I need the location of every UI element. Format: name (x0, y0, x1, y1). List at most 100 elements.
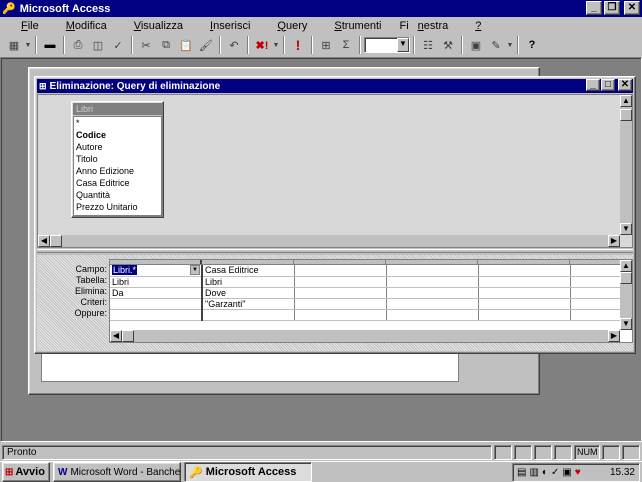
field-item[interactable]: Autore (76, 141, 161, 153)
copy-icon[interactable]: ⧉ (156, 36, 176, 54)
pane-splitter[interactable] (37, 249, 633, 253)
view-icon[interactable]: ▦ (4, 36, 24, 54)
menu-modifica[interactable]: Modifica (57, 20, 116, 32)
query-minimize-button[interactable]: _ (586, 79, 600, 91)
grid-cell-elimina-2[interactable]: Dove (202, 287, 295, 299)
restore-button[interactable]: ❐ (604, 1, 620, 15)
grid-cell[interactable] (110, 309, 203, 321)
taskbar-access-button[interactable]: 🔑 Microsoft Access (184, 462, 312, 482)
grid-cell-campo-2[interactable]: Casa Editrice (202, 265, 295, 277)
scroll-down-icon[interactable]: ▼ (620, 223, 632, 235)
menu-strumenti[interactable]: Strumenti (325, 20, 390, 32)
clock[interactable]: 15.32 (610, 467, 635, 478)
grid-cell[interactable] (478, 309, 571, 321)
menu-finestra[interactable]: Fi nestra (399, 20, 457, 32)
menu-help[interactable]: ? (466, 20, 490, 32)
grid-cell-criteri-1[interactable] (110, 298, 203, 310)
field-item[interactable]: Casa Editrice (76, 177, 161, 189)
query-type-dropdown-icon[interactable]: ▼ (272, 36, 280, 54)
grid-cell[interactable] (478, 298, 571, 310)
print-preview-icon[interactable]: ◫ (88, 36, 108, 54)
minimize-button[interactable]: _ (586, 1, 602, 15)
grid-cell-campo-1[interactable]: Libri.* ▼ (110, 265, 203, 277)
grid-cell[interactable] (570, 309, 621, 321)
field-item-primary-key[interactable]: Codice (76, 129, 161, 141)
database-window-icon[interactable]: ▣ (466, 36, 486, 54)
field-item[interactable]: Titolo (76, 153, 161, 165)
start-button[interactable]: ⊞ Avvio (2, 462, 50, 482)
grid-cell[interactable] (294, 276, 387, 288)
table-box-libri[interactable]: Libri * Codice Autore Titolo Anno Edizio… (71, 101, 164, 218)
scroll-left-icon[interactable]: ◀ (110, 330, 122, 342)
field-item[interactable]: Anno Edizione (76, 165, 161, 177)
query-type-icon[interactable]: ✖! (252, 36, 272, 54)
totals-icon[interactable]: Σ (336, 36, 356, 54)
menu-query[interactable]: Query (268, 20, 316, 32)
cut-icon[interactable]: ✂ (136, 36, 156, 54)
grid-cell[interactable] (294, 309, 387, 321)
format-painter-icon[interactable]: 🖌 (196, 36, 216, 54)
field-item[interactable]: Prezzo Unitario (76, 201, 161, 213)
menu-visualizza[interactable]: Visualizza (125, 20, 192, 32)
field-item[interactable]: * (76, 117, 161, 129)
column-selector[interactable] (386, 260, 478, 264)
properties-icon[interactable]: ☷ (418, 36, 438, 54)
run-icon[interactable]: ! (288, 36, 308, 54)
grid-cell[interactable] (478, 276, 571, 288)
tray-status-icon[interactable]: ♥ (575, 467, 581, 478)
grid-cell[interactable] (386, 265, 479, 277)
field-item[interactable]: Quantità (76, 189, 161, 201)
tray-monitor-icon[interactable]: ▣ (562, 467, 571, 478)
scroll-thumb[interactable] (50, 235, 62, 247)
scroll-right-icon[interactable]: ▶ (608, 235, 620, 247)
grid-vscroll[interactable]: ▲ ▼ (620, 260, 632, 330)
column-selector[interactable] (202, 260, 294, 264)
menu-inserisci[interactable]: Inserisci (201, 20, 259, 32)
build-icon[interactable]: ⚒ (438, 36, 458, 54)
grid-cell[interactable] (294, 298, 387, 310)
scroll-up-icon[interactable]: ▲ (620, 95, 632, 107)
spelling-icon[interactable]: ✓ (108, 36, 128, 54)
tray-network-icon[interactable]: ▤ (517, 467, 526, 478)
grid-cell[interactable] (570, 298, 621, 310)
tray-input-icon[interactable]: ▥ (529, 467, 538, 478)
menu-file[interactable]: File (12, 20, 48, 32)
grid-cell-tabella-1[interactable]: Libri (110, 276, 203, 288)
table-pane-vscroll[interactable]: ▲ ▼ (620, 95, 632, 235)
grid-cell[interactable] (294, 265, 387, 277)
scroll-right-icon[interactable]: ▶ (608, 330, 620, 342)
grid-cell[interactable] (478, 287, 571, 299)
show-table-icon[interactable]: ⊞ (316, 36, 336, 54)
grid-cell[interactable] (294, 287, 387, 299)
tray-volume-icon[interactable]: ◐ (542, 467, 548, 478)
grid-cell[interactable] (386, 309, 479, 321)
save-icon[interactable]: ▬ (40, 36, 60, 54)
grid-cell[interactable] (386, 287, 479, 299)
grid-cell[interactable] (478, 265, 571, 277)
grid-cell-tabella-2[interactable]: Libri (202, 276, 295, 288)
grid-cell[interactable] (570, 287, 621, 299)
help-icon[interactable]: ? (522, 36, 542, 54)
column-selector[interactable] (294, 260, 386, 264)
scroll-thumb[interactable] (122, 330, 134, 342)
scroll-thumb[interactable] (620, 109, 632, 121)
view-dropdown-icon[interactable]: ▼ (24, 36, 32, 54)
grid-cell[interactable] (202, 309, 295, 321)
field-dropdown-icon[interactable]: ▼ (190, 265, 200, 275)
scroll-thumb[interactable] (620, 272, 632, 284)
taskbar-word-button[interactable]: WMicrosoft Word - Banche d... (53, 462, 181, 482)
paste-icon[interactable]: 📋 (176, 36, 196, 54)
new-object-dropdown-icon[interactable]: ▼ (506, 36, 514, 54)
scroll-up-icon[interactable]: ▲ (620, 260, 632, 272)
close-button[interactable]: ✕ (624, 1, 640, 15)
print-icon[interactable]: ⎙ (68, 36, 88, 54)
tray-app-icon[interactable]: ✓ (551, 467, 559, 478)
query-close-button[interactable]: ✕ (618, 79, 632, 91)
grid-cell[interactable] (386, 276, 479, 288)
grid-cell-elimina-1[interactable]: Da (110, 287, 203, 299)
top-values-combo[interactable]: ▼ (364, 37, 410, 53)
query-maximize-button[interactable]: □ (601, 79, 615, 91)
new-object-icon[interactable]: ✎ (486, 36, 506, 54)
grid-cell-criteri-2[interactable]: "Garzanti" (202, 298, 295, 310)
scroll-left-icon[interactable]: ◀ (38, 235, 50, 247)
